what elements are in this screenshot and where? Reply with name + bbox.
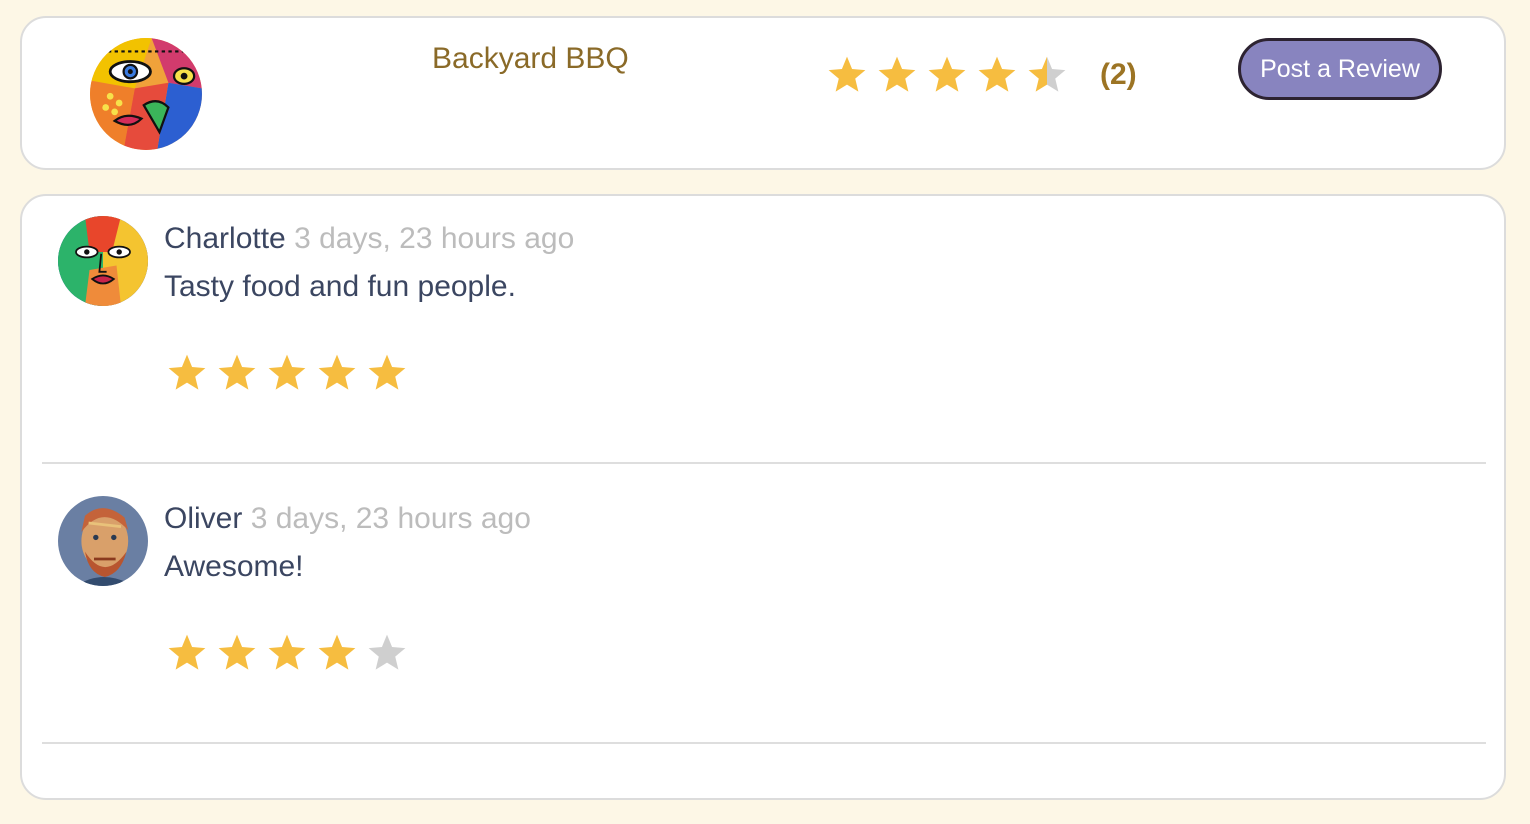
post-review-button[interactable]: Post a Review: [1238, 38, 1442, 100]
star-icon: [826, 54, 868, 101]
review-rating-stars: [166, 352, 408, 399]
star-icon: [216, 632, 258, 679]
restaurant-header-card: Backyard BBQ (2) Post a Review: [20, 16, 1506, 170]
painted-man-portrait-icon: [58, 496, 148, 586]
review-count: (2): [1100, 58, 1137, 91]
colorful-face-portrait-icon: [58, 216, 148, 306]
star-icon: [926, 54, 968, 101]
review-header: Oliver 3 days, 23 hours ago: [164, 502, 531, 536]
star-icon: [166, 352, 208, 399]
reviewer-avatar: [58, 216, 148, 306]
reviews-list-card: Charlotte 3 days, 23 hours ago Tasty foo…: [20, 194, 1506, 800]
star-icon: [1026, 54, 1068, 101]
review-text: Tasty food and fun people.: [164, 270, 516, 303]
star-icon: [266, 632, 308, 679]
review-timestamp: 3 days, 23 hours ago: [294, 222, 575, 255]
reviewer-name: Charlotte: [164, 222, 286, 255]
star-icon: [876, 54, 918, 101]
review-divider: [42, 742, 1486, 744]
star-icon: [166, 632, 208, 679]
star-icon: [216, 352, 258, 399]
review-text: Awesome!: [164, 550, 304, 583]
restaurant-avatar: [90, 38, 202, 150]
review-header: Charlotte 3 days, 23 hours ago: [164, 222, 574, 256]
star-icon: [316, 632, 358, 679]
star-icon: [266, 352, 308, 399]
overall-rating-stars: [826, 54, 1068, 101]
review-rating-stars: [166, 632, 408, 679]
star-icon: [366, 632, 408, 679]
reviewer-name: Oliver: [164, 502, 243, 535]
star-icon: [366, 352, 408, 399]
review-timestamp: 3 days, 23 hours ago: [250, 502, 531, 535]
restaurant-name: Backyard BBQ: [432, 42, 629, 75]
review-divider: [42, 462, 1486, 464]
reviewer-avatar: [58, 496, 148, 586]
abstract-face-portrait-icon: [90, 38, 202, 150]
star-icon: [316, 352, 358, 399]
star-icon: [976, 54, 1018, 101]
